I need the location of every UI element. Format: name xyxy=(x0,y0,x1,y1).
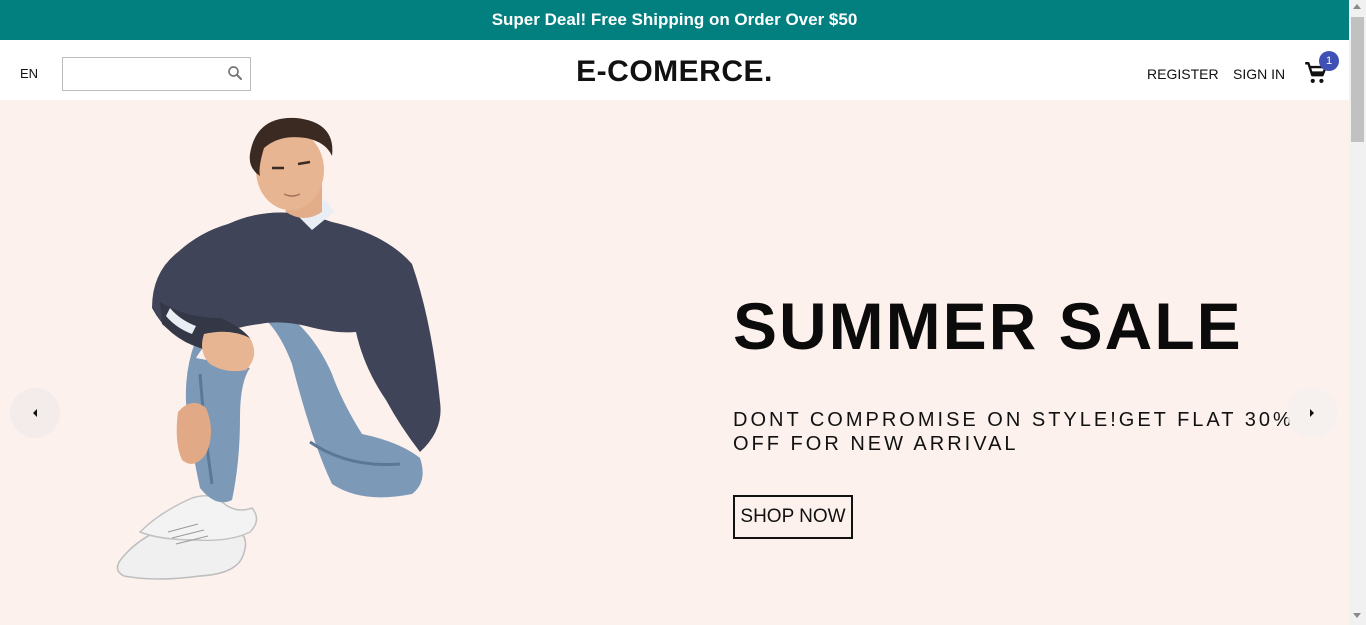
scrollbar-thumb[interactable] xyxy=(1351,17,1364,142)
page: Super Deal! Free Shipping on Order Over … xyxy=(0,0,1349,625)
vertical-scrollbar[interactable] xyxy=(1349,0,1366,625)
sign-in-link[interactable]: SIGN IN xyxy=(1233,66,1285,82)
hero-title: SUMMER SALE xyxy=(733,289,1243,363)
register-link[interactable]: REGISTER xyxy=(1147,66,1219,82)
hero-description: DONT COMPROMISE ON STYLE!GET FLAT 30% OF… xyxy=(733,409,1294,455)
hero-slider: SUMMER SALE DONT COMPROMISE ON STYLE!GET… xyxy=(0,100,1349,625)
cart-count-badge: 1 xyxy=(1319,51,1339,71)
scroll-up-icon[interactable] xyxy=(1353,4,1361,9)
slider-next-button[interactable] xyxy=(1287,388,1337,438)
arrow-left-icon xyxy=(33,409,37,417)
navbar: EN E-COMERCE. REGISTER SIGN IN 1 xyxy=(0,40,1349,100)
announcement-text: Super Deal! Free Shipping on Order Over … xyxy=(491,10,858,29)
logo-text: E-COMERCE. xyxy=(576,55,773,88)
shop-now-button[interactable]: SHOP NOW xyxy=(733,495,853,539)
slider-prev-button[interactable] xyxy=(10,388,60,438)
model-image xyxy=(116,117,441,580)
scroll-down-icon[interactable] xyxy=(1353,613,1361,618)
announcement-bar: Super Deal! Free Shipping on Order Over … xyxy=(0,0,1349,40)
arrow-right-icon xyxy=(1310,409,1314,417)
